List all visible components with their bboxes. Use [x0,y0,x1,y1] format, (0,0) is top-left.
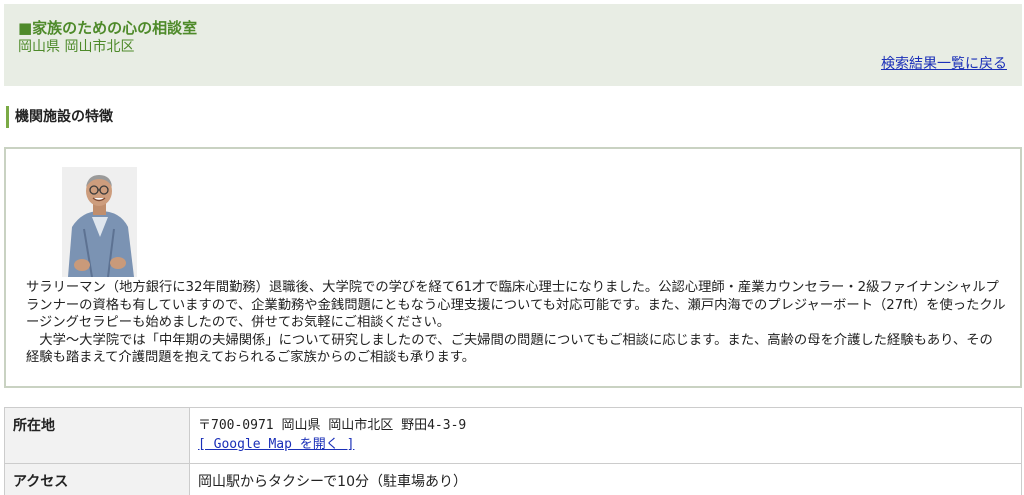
feature-paragraph-2: 大学～大学院では「中年期の夫婦関係」について研究しましたので、ご夫婦間の問題につ… [26,332,993,366]
facility-header: ■家族のための心の相談室 岡山県 岡山市北区 検索結果一覧に戻る [4,4,1022,86]
counselor-photo-image [62,167,137,277]
address-value: 〒700-0971 岡山県 岡山市北区 野田4-3-9 [198,418,467,433]
google-map-link[interactable]: [ Google Map を開く ] [198,437,354,452]
address-cell: 〒700-0971 岡山県 岡山市北区 野田4-3-9 [ Google Map… [189,407,1022,464]
table-row: アクセス 岡山駅からタクシーで10分（駐車場あり） [4,463,1022,495]
access-value: 岡山駅からタクシーで10分（駐車場あり） [189,463,1022,495]
address-label: 所在地 [4,407,190,464]
feature-paragraph-1: サラリーマン（地方銀行に32年間勤務）退職後、大学院での学びを経て61才で臨床心… [26,280,1006,330]
table-row: 所在地 〒700-0971 岡山県 岡山市北区 野田4-3-9 [ Google… [4,407,1022,464]
back-to-results-link[interactable]: 検索結果一覧に戻る [881,54,1007,74]
section-heading-features: 機関施設の特徴 [6,106,113,128]
facility-info-table: 所在地 〒700-0971 岡山県 岡山市北区 野田4-3-9 [ Google… [4,407,1022,495]
feature-description: サラリーマン（地方銀行に32年間勤務）退職後、大学院での学びを経て61才で臨床心… [26,279,1006,367]
counselor-photo [62,167,137,277]
access-label: アクセス [4,463,190,495]
facility-location: 岡山県 岡山市北区 [18,39,135,55]
facility-name: ■家族のための心の相談室 [18,19,198,37]
feature-box: サラリーマン（地方銀行に32年間勤務）退職後、大学院での学びを経て61才で臨床心… [4,147,1022,388]
